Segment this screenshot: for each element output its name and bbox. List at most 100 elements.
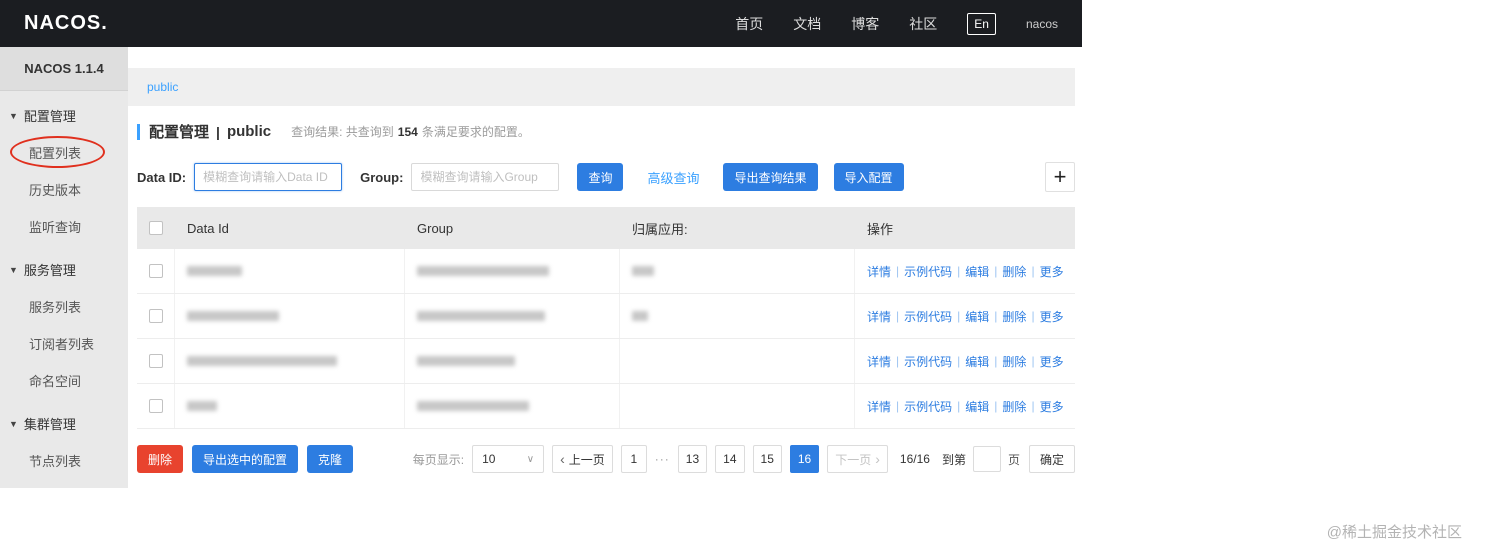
group-label: Group: (360, 169, 404, 185)
row-actions: 详情 | 示例代码 | 编辑 | 删除 | 更多 (867, 308, 1064, 325)
advanced-search-link[interactable]: 高级查询 (647, 168, 699, 187)
caret-down-icon: ▼ (9, 418, 18, 429)
redacted-dataid (187, 311, 279, 321)
import-config-button[interactable]: 导入配置 (833, 163, 904, 191)
action-more[interactable]: 更多 (1040, 263, 1064, 280)
page-button-1[interactable]: 1 (620, 445, 647, 473)
chevron-left-icon: ‹ (560, 451, 565, 467)
action-sample-code[interactable]: 示例代码 (904, 263, 952, 280)
top-navbar: NACOS. 首页 文档 博客 社区 En nacos (0, 0, 1082, 47)
page-total-info: 16/16 (899, 452, 930, 466)
table-row: 详情 | 示例代码 | 编辑 | 删除 | 更多 (137, 249, 1075, 294)
action-edit[interactable]: 编辑 (965, 353, 989, 370)
action-delete[interactable]: 删除 (1002, 353, 1026, 370)
chevron-right-icon: › (875, 451, 880, 467)
query-result-text: 查询结果: 共查询到 154 条满足要求的配置。 (291, 124, 530, 140)
sidebar-item-namespace[interactable]: 命名空间 (0, 362, 128, 399)
namespace-tab-public[interactable]: public (147, 80, 178, 94)
row-actions: 详情 | 示例代码 | 编辑 | 删除 | 更多 (867, 398, 1064, 415)
redacted-group (417, 266, 549, 276)
goto-page-label: 到第 (941, 452, 966, 467)
action-edit[interactable]: 编辑 (965, 263, 989, 280)
add-config-button[interactable]: + (1045, 162, 1075, 192)
sidebar-item-service-list[interactable]: 服务列表 (0, 288, 128, 325)
page-button-13[interactable]: 13 (677, 445, 708, 473)
redacted-dataid (187, 401, 217, 411)
action-sample-code[interactable]: 示例代码 (904, 398, 952, 415)
action-edit[interactable]: 编辑 (965, 308, 989, 325)
language-toggle-button[interactable]: En (967, 12, 996, 35)
title-accent-bar (137, 123, 140, 140)
top-nav-links: 首页 文档 博客 社区 En nacos (735, 12, 1058, 35)
caret-down-icon: ▼ (9, 264, 18, 275)
row-actions: 详情 | 示例代码 | 编辑 | 删除 | 更多 (867, 353, 1064, 370)
nacos-logo: NACOS. (24, 12, 108, 34)
row-checkbox[interactable] (148, 399, 163, 413)
action-delete[interactable]: 删除 (1002, 263, 1026, 280)
sidebar-section-cluster[interactable]: ▼ 集群管理 (0, 405, 128, 442)
goto-page-unit: 页 (1007, 452, 1020, 467)
sidebar-item-history[interactable]: 历史版本 (0, 171, 128, 208)
table-row: 详情 | 示例代码 | 编辑 | 删除 | 更多 (137, 384, 1075, 429)
action-detail[interactable]: 详情 (867, 353, 891, 370)
chevron-down-icon: ∨ (526, 453, 535, 465)
clone-button[interactable]: 克隆 (307, 445, 354, 473)
sidebar-item-listener-query[interactable]: 监听查询 (0, 208, 128, 245)
column-header-dataid: Data Id (187, 220, 229, 236)
export-results-button[interactable]: 导出查询结果 (723, 163, 818, 191)
redacted-group (417, 311, 545, 321)
redacted-dataid (187, 266, 242, 276)
redacted-dataid (187, 356, 337, 366)
juejin-watermark: @稀土掘金技术社区 (1326, 524, 1462, 541)
page-size-label: 每页显示: (412, 452, 465, 467)
redacted-group (417, 401, 529, 411)
sidebar-section-config[interactable]: ▼ 配置管理 (0, 97, 128, 134)
table-footer: 删除 导出选中的配置 克隆 每页显示: 10 ∨ ‹ 上一页 1 ··· 13 (137, 445, 1075, 473)
namespace-bar: public (128, 68, 1075, 106)
action-detail[interactable]: 详情 (867, 398, 891, 415)
action-sample-code[interactable]: 示例代码 (904, 353, 952, 370)
group-input[interactable] (411, 163, 560, 191)
action-more[interactable]: 更多 (1040, 353, 1064, 370)
page-button-14[interactable]: 14 (715, 445, 745, 473)
config-table: Data Id Group 归属应用: 操作 详情 | 示例代码 | 编辑 | … (137, 207, 1075, 429)
prev-page-button[interactable]: ‹ 上一页 (552, 445, 613, 473)
action-delete[interactable]: 删除 (1002, 398, 1026, 415)
sidebar-section-service[interactable]: ▼ 服务管理 (0, 251, 128, 288)
action-more[interactable]: 更多 (1040, 398, 1064, 415)
search-button[interactable]: 查询 (577, 163, 624, 191)
pagination: 每页显示: 10 ∨ ‹ 上一页 1 ··· 13 14 15 16 下一页 ›… (413, 445, 1075, 473)
screen: NACOS. 首页 文档 博客 社区 En nacos NACOS 1.1.4 … (0, 0, 1512, 558)
goto-confirm-button[interactable]: 确定 (1028, 445, 1075, 473)
action-more[interactable]: 更多 (1040, 308, 1064, 325)
action-delete[interactable]: 删除 (1002, 308, 1026, 325)
goto-page-input[interactable] (972, 446, 1001, 472)
bulk-delete-button[interactable]: 删除 (137, 445, 184, 473)
row-checkbox[interactable] (148, 354, 163, 368)
redacted-app (632, 311, 648, 321)
sidebar-item-node-list[interactable]: 节点列表 (0, 442, 128, 479)
next-page-button[interactable]: 下一页 › (827, 445, 888, 473)
row-checkbox[interactable] (148, 309, 163, 323)
nav-blog[interactable]: 博客 (851, 14, 879, 34)
page-button-16-active[interactable]: 16 (789, 445, 820, 473)
action-detail[interactable]: 详情 (867, 308, 891, 325)
nav-home[interactable]: 首页 (735, 14, 763, 34)
sidebar-item-config-list[interactable]: 配置列表 (0, 134, 128, 171)
sidebar-item-subscriber-list[interactable]: 订阅者列表 (0, 325, 128, 362)
column-header-ops: 操作 (867, 221, 894, 237)
export-selected-button[interactable]: 导出选中的配置 (192, 445, 299, 473)
page-size-select[interactable]: 10 ∨ (472, 445, 545, 473)
action-detail[interactable]: 详情 (867, 263, 891, 280)
action-sample-code[interactable]: 示例代码 (904, 308, 952, 325)
nav-docs[interactable]: 文档 (793, 14, 821, 34)
pagination-ellipsis: ··· (654, 452, 670, 466)
select-all-checkbox[interactable] (149, 221, 163, 235)
username-menu[interactable]: nacos (1026, 17, 1058, 31)
title-separator: | (216, 123, 220, 140)
nav-community[interactable]: 社区 (909, 14, 937, 34)
page-button-15[interactable]: 15 (752, 445, 782, 473)
action-edit[interactable]: 编辑 (965, 398, 989, 415)
row-checkbox[interactable] (148, 264, 163, 278)
dataid-input[interactable] (194, 163, 343, 191)
